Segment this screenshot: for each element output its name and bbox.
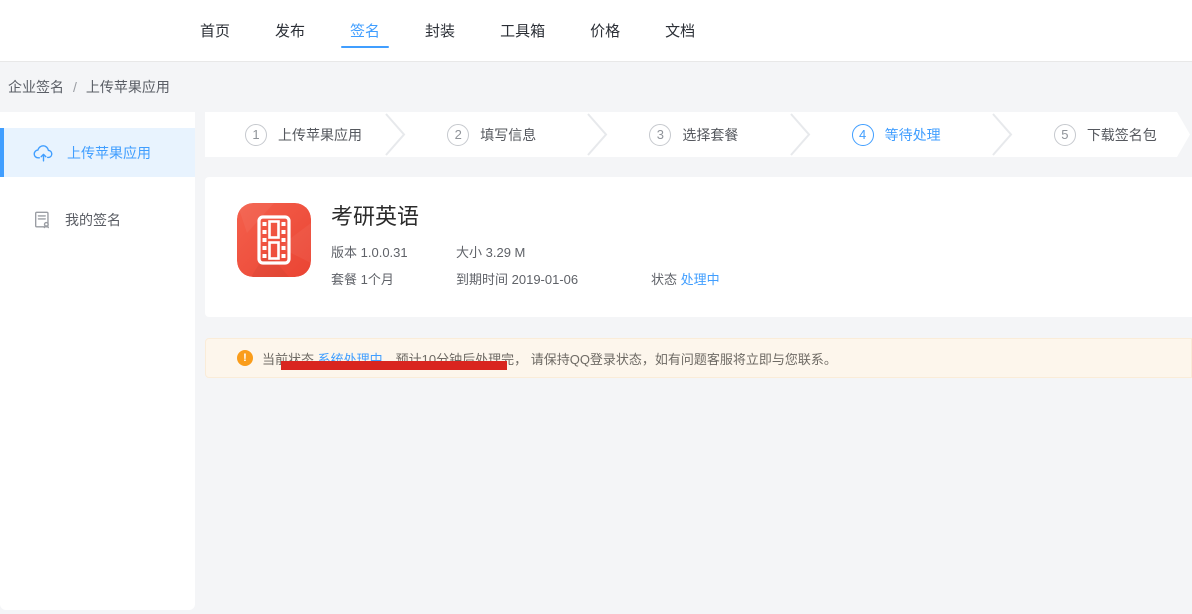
step-download-package: 5 下载签名包: [1014, 124, 1192, 146]
nav-item-signature[interactable]: 签名: [350, 0, 380, 61]
app-card: 考研英语 版本 1.0.0.31 大小 3.29 M 套餐 1个月 到期时间 2…: [205, 177, 1192, 317]
warning-icon: !: [237, 350, 253, 366]
chevron-right-icon: [585, 112, 609, 157]
nav-item-package[interactable]: 封装: [425, 0, 455, 61]
step-fill-info: 2 填写信息: [407, 124, 585, 146]
app-version: 版本 1.0.0.31: [331, 244, 456, 262]
status-value: 处理中: [681, 272, 720, 287]
step-number: 1: [245, 124, 267, 146]
nav-item-home[interactable]: 首页: [200, 0, 230, 61]
breadcrumb: 企业签名 / 上传苹果应用: [0, 62, 1192, 112]
step-upload-apple-app: 1 上传苹果应用: [205, 124, 383, 146]
film-strip-app-icon: [237, 203, 311, 277]
cloud-upload-icon: [33, 143, 54, 163]
nav-item-price[interactable]: 价格: [590, 0, 620, 61]
signature-doc-icon: [33, 210, 52, 230]
chevron-right-icon: [788, 112, 812, 157]
sidebar-item-label: 我的签名: [65, 210, 121, 230]
app-size: 大小 3.29 M: [456, 244, 651, 262]
nav-item-docs[interactable]: 文档: [665, 0, 695, 61]
top-nav: 首页 发布 签名 封装 工具箱 价格 文档: [0, 0, 1192, 62]
main-content: 1 上传苹果应用 2 填写信息 3 选择套餐: [205, 112, 1192, 378]
red-underline-annotation: [281, 361, 507, 370]
app-plan: 套餐 1个月: [331, 271, 456, 289]
chevron-right-icon: [990, 112, 1014, 157]
sidebar: 上传苹果应用 我的签名: [0, 112, 195, 610]
breadcrumb-parent[interactable]: 企业签名: [8, 77, 64, 97]
page: 首页 发布 签名 封装 工具箱 价格 文档 企业签名 / 上传苹果应用: [0, 0, 1192, 614]
app-status: 状态 处理中: [651, 271, 720, 289]
app-meta: 版本 1.0.0.31 大小 3.29 M 套餐 1个月 到期时间 2019-0…: [331, 244, 720, 289]
step-label: 等待处理: [885, 125, 941, 145]
app-info: 考研英语 版本 1.0.0.31 大小 3.29 M 套餐 1个月 到期时间 2…: [331, 203, 720, 317]
breadcrumb-current: 上传苹果应用: [86, 77, 170, 97]
step-label: 上传苹果应用: [278, 125, 362, 145]
app-expire-date: 到期时间 2019-01-06: [456, 271, 651, 289]
content-layout: 上传苹果应用 我的签名 1: [0, 112, 1192, 610]
app-title: 考研英语: [331, 203, 720, 231]
nav-menu: 首页 发布 签名 封装 工具箱 价格 文档: [0, 0, 1192, 61]
sidebar-item-upload-apple-app[interactable]: 上传苹果应用: [0, 128, 195, 177]
step-choose-plan: 3 选择套餐: [609, 124, 787, 146]
step-wait-processing: 4 等待处理: [812, 124, 990, 146]
sidebar-item-label: 上传苹果应用: [67, 143, 151, 163]
step-number: 2: [447, 124, 469, 146]
breadcrumb-separator: /: [73, 79, 77, 95]
nav-item-toolbox[interactable]: 工具箱: [500, 0, 545, 61]
processing-alert: ! 当前状态 系统处理中，预计10分钟后处理完， 请保持QQ登录状态，如有问题客…: [205, 338, 1192, 378]
sidebar-item-my-signatures[interactable]: 我的签名: [0, 195, 195, 244]
steps-bar: 1 上传苹果应用 2 填写信息 3 选择套餐: [205, 112, 1192, 157]
nav-item-publish[interactable]: 发布: [275, 0, 305, 61]
chevron-right-icon: [383, 112, 407, 157]
step-label: 选择套餐: [682, 125, 738, 145]
meta-spacer: [651, 244, 720, 262]
step-label: 填写信息: [480, 125, 536, 145]
step-number: 4: [852, 124, 874, 146]
step-label: 下载签名包: [1087, 125, 1157, 145]
step-number: 5: [1054, 124, 1076, 146]
step-number: 3: [649, 124, 671, 146]
